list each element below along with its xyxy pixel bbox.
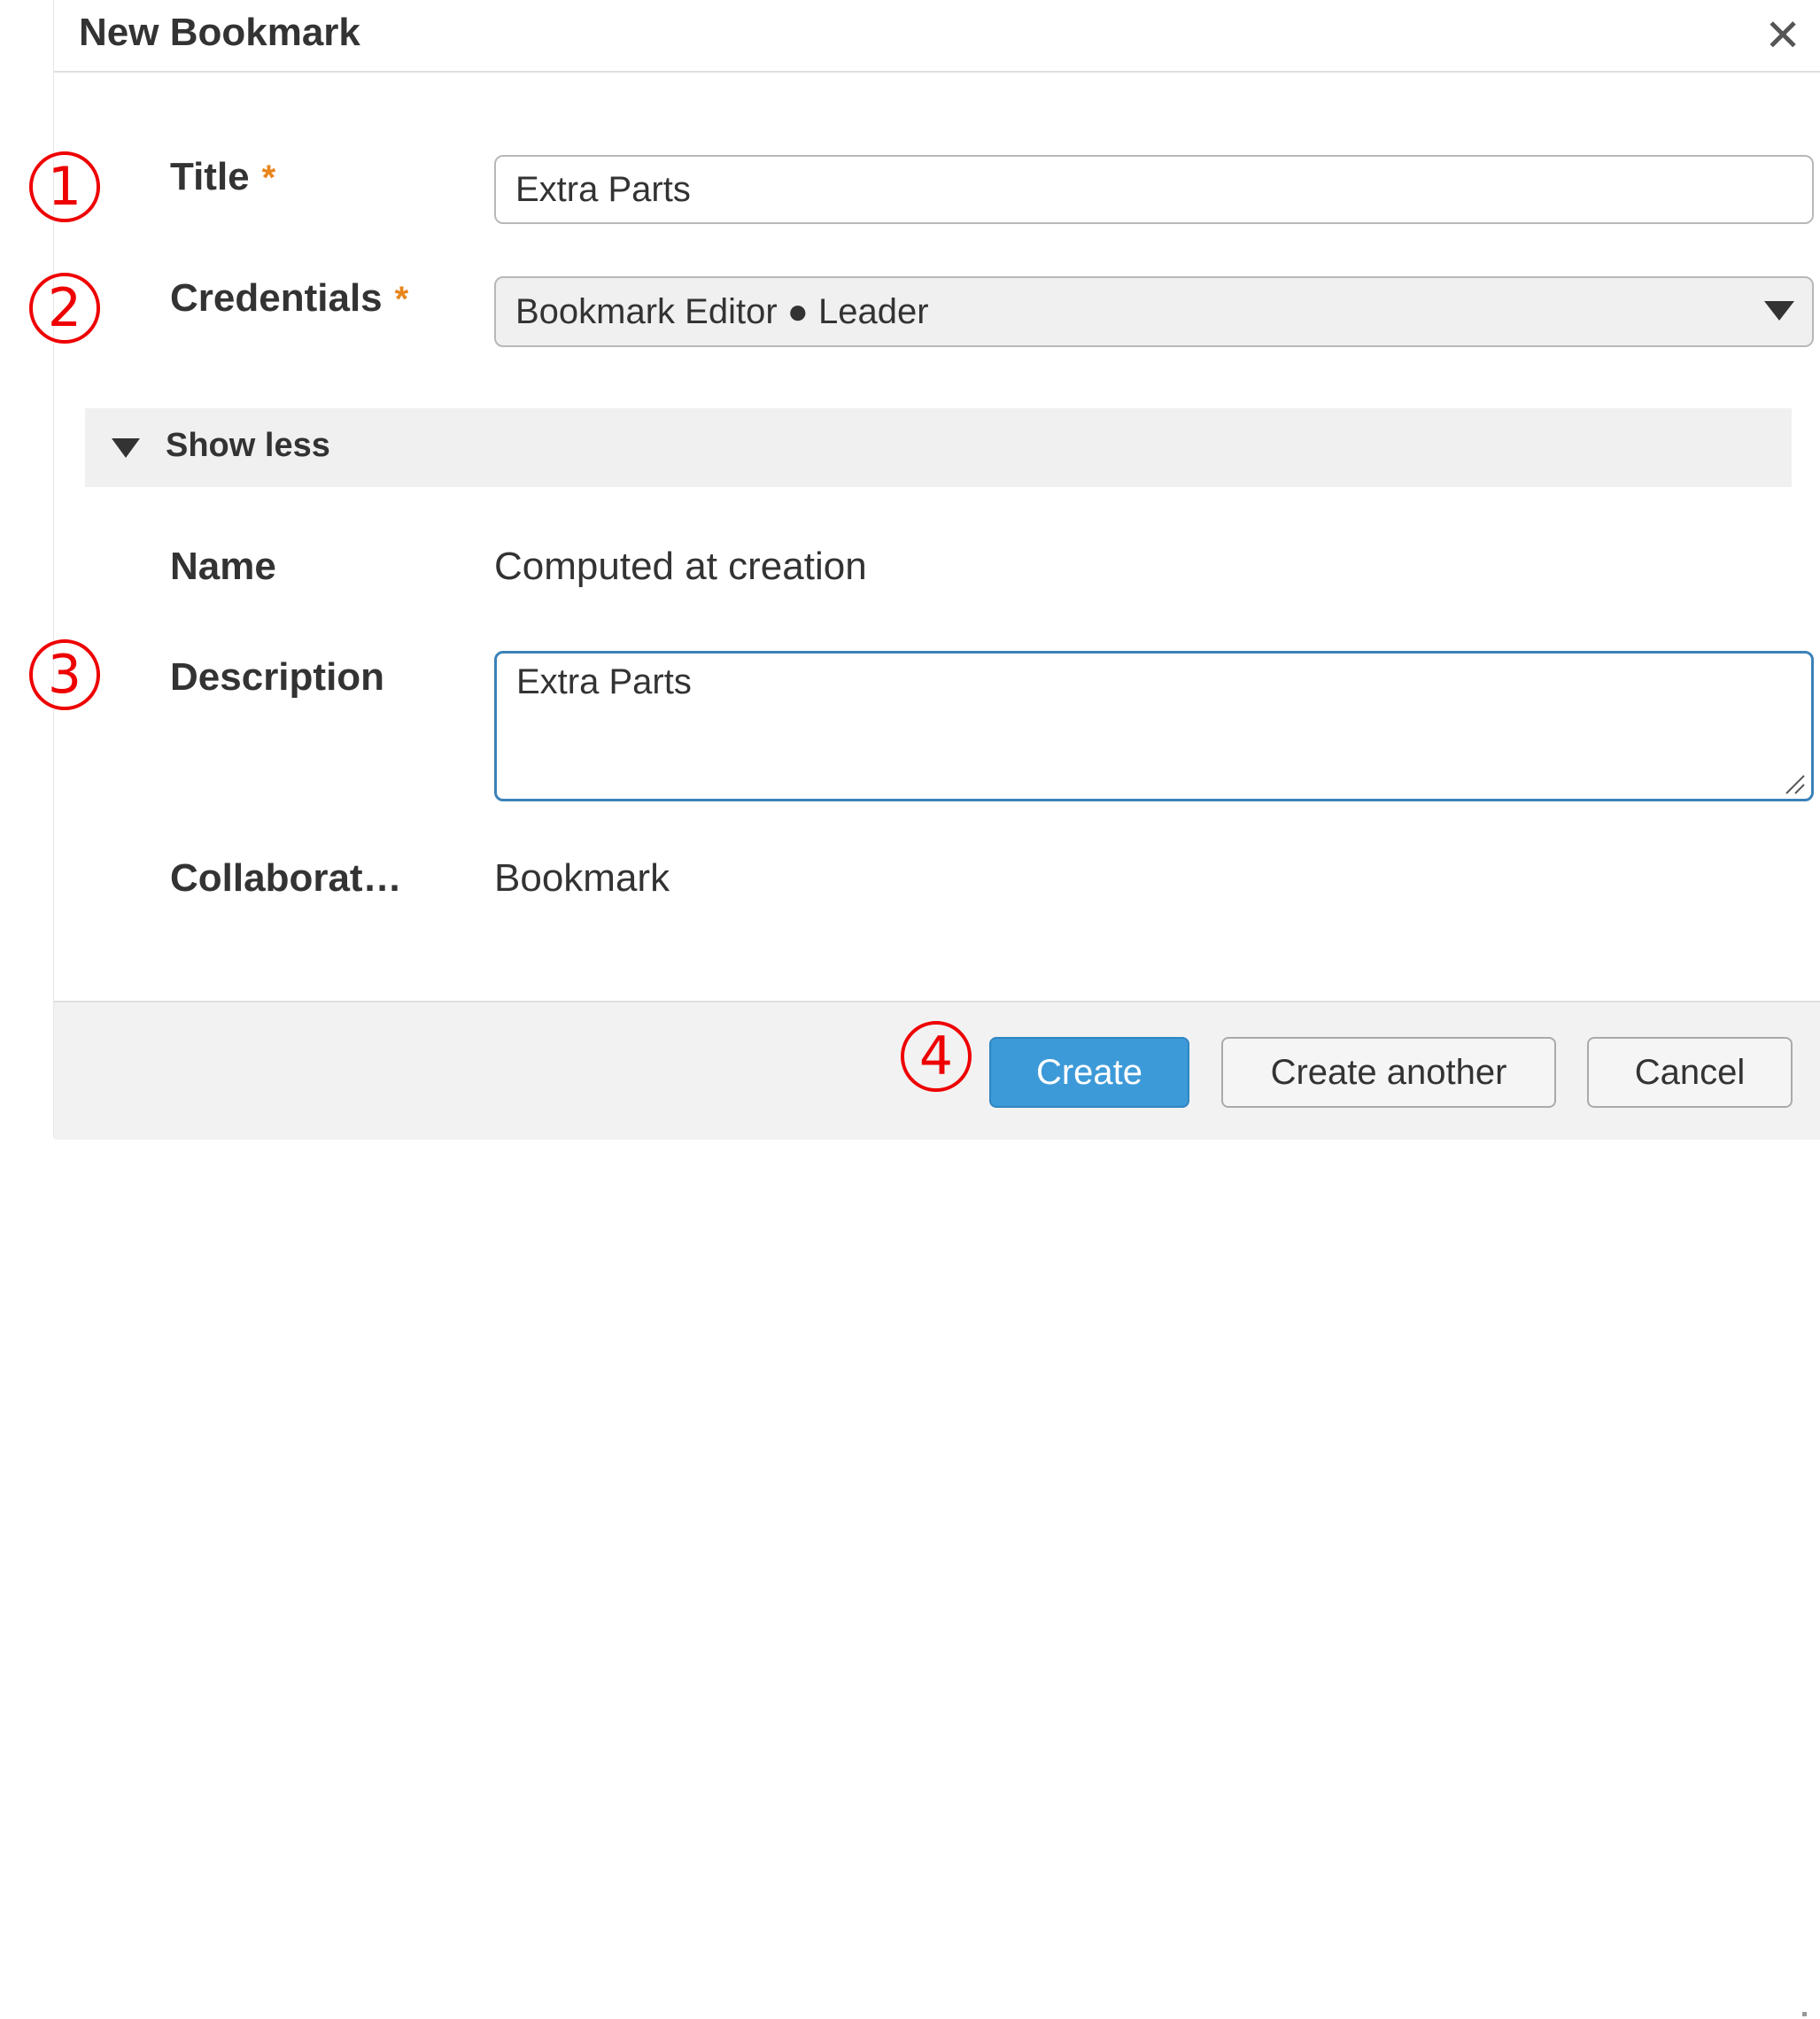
collaboration-label: Collaborat… xyxy=(170,856,402,900)
caret-down-icon xyxy=(112,438,140,458)
name-label: Name xyxy=(170,545,276,588)
close-icon[interactable]: ✕ xyxy=(1764,11,1801,60)
name-value: Computed at creation xyxy=(494,545,867,588)
corner-resize-icon[interactable] xyxy=(1792,2001,1809,2019)
description-label: Description xyxy=(170,655,385,699)
credentials-label-text: Credentials xyxy=(170,276,383,320)
annotation-marker-4: ④4 xyxy=(901,1021,972,1092)
title-label-text: Title xyxy=(170,155,250,198)
annotation-marker-2: ②2 xyxy=(29,273,100,344)
create-button[interactable]: Create xyxy=(989,1037,1189,1108)
title-input[interactable] xyxy=(494,155,1814,224)
credentials-selected-value: Bookmark Editor ● Leader xyxy=(515,291,929,331)
show-less-toggle[interactable]: Show less xyxy=(85,408,1792,487)
create-another-button[interactable]: Create another xyxy=(1221,1037,1556,1108)
required-asterisk: * xyxy=(394,280,409,319)
required-asterisk: * xyxy=(261,159,276,197)
dialog-header: New Bookmark ✕ xyxy=(54,0,1820,73)
annotation-marker-1: ①1 xyxy=(29,151,100,222)
annotation-marker-3: ③3 xyxy=(29,639,100,710)
new-bookmark-dialog: New Bookmark ✕ Title * Credentials * Bookm… xyxy=(53,0,1820,2016)
cancel-button[interactable]: Cancel xyxy=(1587,1037,1793,1108)
title-label: Title * xyxy=(170,155,275,199)
credentials-label: Credentials * xyxy=(170,276,408,321)
show-less-label: Show less xyxy=(166,427,330,464)
dialog-title: New Bookmark xyxy=(79,11,360,54)
credentials-select[interactable]: Bookmark Editor ● Leader xyxy=(494,276,1814,347)
collaboration-value: Bookmark xyxy=(494,856,670,900)
description-textarea[interactable]: Extra Parts xyxy=(494,651,1814,801)
resize-handle-icon[interactable] xyxy=(1781,770,1808,797)
dropdown-arrow-icon xyxy=(1764,301,1794,321)
